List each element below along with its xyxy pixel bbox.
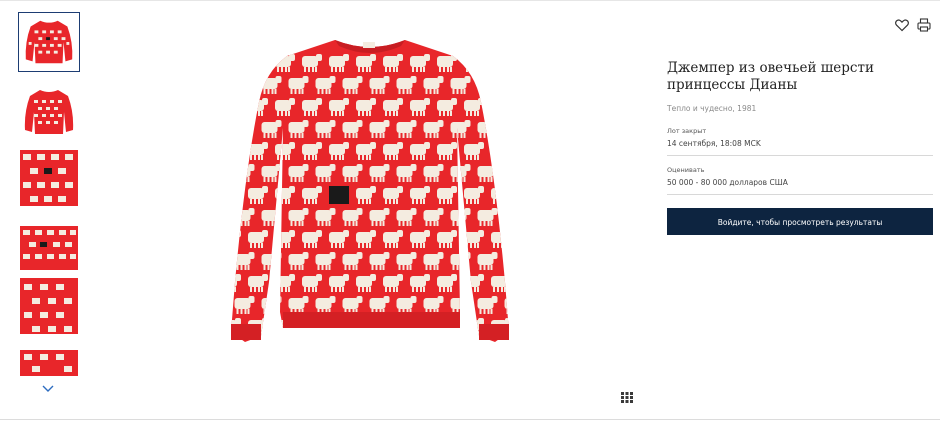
white-sheep [504,120,509,138]
white-sheep [504,208,509,226]
black-sheep [329,186,349,204]
white-sheep [532,252,536,270]
white-sheep [477,120,498,138]
thumbnail-5[interactable] [18,276,80,336]
lot-subtitle: Тепло и чудесно, 1981 [667,104,757,113]
divider [667,194,933,195]
white-sheep [231,142,241,160]
thumbnail-3[interactable] [18,148,80,208]
white-sheep [518,230,535,248]
white-sheep [491,274,509,292]
white-sheep [248,54,268,72]
thumbnail-2[interactable] [18,82,80,142]
white-sheep [464,54,484,72]
white-sheep [450,296,471,314]
thumbnail-1[interactable] [18,12,80,72]
white-sheep [532,76,536,94]
white-sheep [504,252,509,270]
white-sheep [491,230,509,248]
white-sheep [231,230,241,248]
white-sheep [231,98,241,116]
white-sheep [231,54,241,72]
white-sheep [532,164,536,182]
white-sheep [518,54,535,72]
chevron-down-icon[interactable] [40,380,56,392]
white-sheep [504,296,509,314]
top-rule [0,0,940,1]
lot-closed-block: Лот закрыт 14 сентября, 18:08 MCK [667,127,933,156]
grid-icon[interactable] [619,389,635,405]
white-sheep [491,186,509,204]
thumbnail-6[interactable] [18,348,80,376]
estimate-value: 50 000 - 80 000 долларов США [667,178,788,187]
thumbnail-4-image [20,226,78,270]
white-sheep [518,186,535,204]
white-sheep [532,208,536,226]
lot-title: Джемпер из овечьей шерсти принцессы Диан… [667,60,874,93]
white-sheep [261,296,282,314]
white-sheep [491,54,509,72]
white-sheep [231,186,241,204]
lot-details-panel: Джемпер из овечьей шерсти принцессы Диан… [667,56,933,235]
login-to-view-results-button[interactable]: Войдите, чтобы просмотреть результаты [667,208,933,235]
divider [667,155,933,156]
white-sheep [491,142,509,160]
white-sheep [477,164,498,182]
thumbnail-4[interactable] [18,218,80,278]
white-sheep [261,252,282,270]
white-sheep [532,120,536,138]
white-sheep [261,208,282,226]
white-sheep [504,76,509,94]
white-sheep [491,98,509,116]
thumbnail-2-image [24,90,74,134]
sweater-label [363,42,375,48]
bottom-rule [0,419,940,420]
printer-icon[interactable] [916,17,932,33]
main-product-image[interactable] [205,32,535,362]
white-sheep [477,76,498,94]
white-sheep [450,252,471,270]
thumbnail-rail [18,12,82,392]
thumbnail-6-image [20,350,78,376]
thumbnail-5-image [20,278,78,334]
lot-closed-label: Лот закрыт [667,127,707,135]
thumbnail-1-image [25,20,73,64]
white-sheep [518,274,535,292]
thumbnail-3-image [20,150,78,206]
white-sheep [504,164,509,182]
lot-closed-value: 14 сентября, 18:08 MCK [667,139,761,148]
white-sheep [518,142,535,160]
white-sheep [532,296,536,314]
white-sheep [518,318,535,336]
white-sheep [518,98,535,116]
estimate-block: Оценивать 50 000 - 80 000 долларов США [667,166,933,195]
heart-icon[interactable] [894,17,910,33]
white-sheep [234,76,255,94]
estimate-label: Оценивать [667,166,705,174]
white-sheep [234,120,255,138]
